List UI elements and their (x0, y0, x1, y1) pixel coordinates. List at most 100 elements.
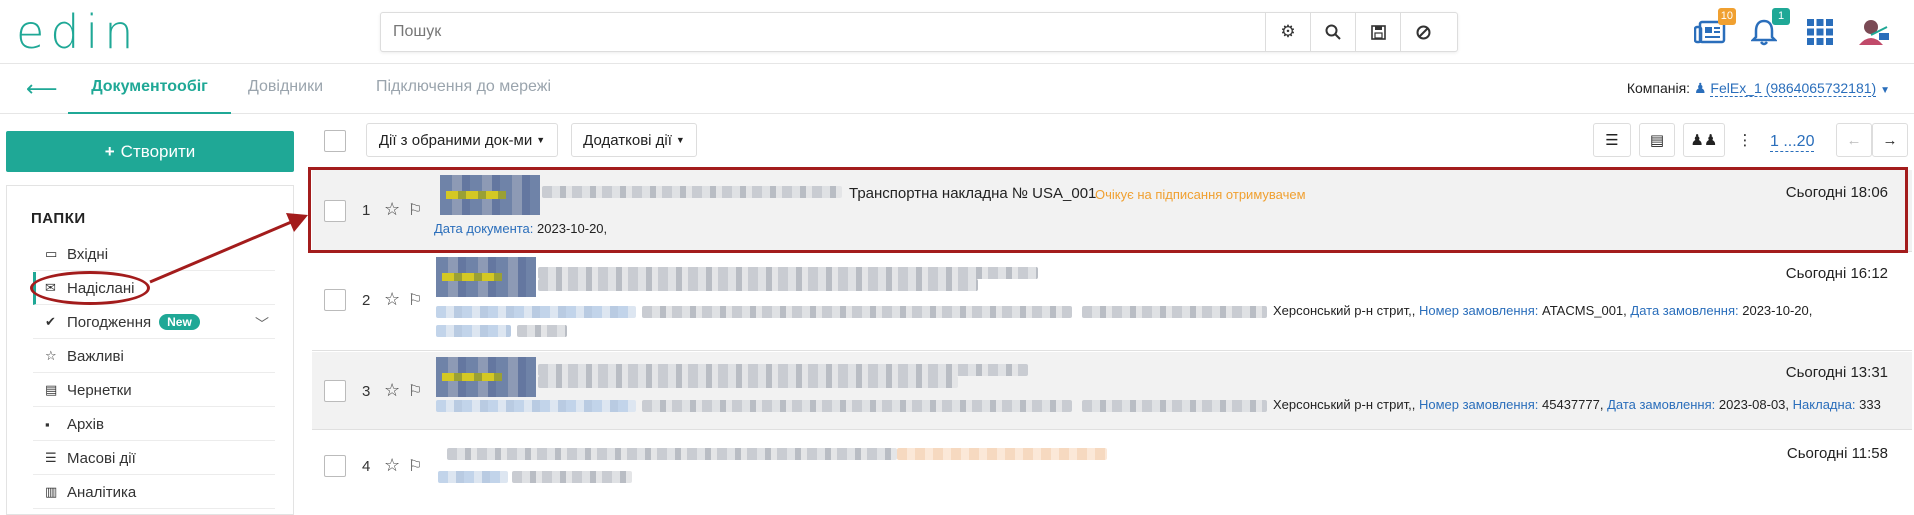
search-input[interactable] (381, 13, 1281, 51)
order-details-line: Херсонський р-н стрит,, Номер замовлення… (1273, 303, 1812, 318)
star-icon[interactable]: ☆ (384, 380, 400, 401)
news-button[interactable]: 10 (1692, 8, 1736, 50)
tab-document-flow[interactable]: Документообіг (68, 78, 231, 114)
blurred-text (642, 400, 1072, 412)
sidebar-item-label: Погодження (67, 313, 152, 331)
edin-logo[interactable]: edin (16, 9, 139, 55)
pagination-range[interactable]: 1 ...20 (1770, 133, 1815, 152)
list-icon: ☰ (1605, 132, 1619, 149)
save-search-button[interactable] (1355, 13, 1400, 51)
bookmark-icon[interactable]: ⚐ (408, 456, 422, 476)
search-button[interactable] (1310, 13, 1355, 51)
list-icon: ☰ (45, 450, 57, 465)
blurred-text (897, 448, 1107, 460)
address-value: Херсонський р-н стрит,, (1273, 397, 1416, 412)
bulk-actions-label: Дії з обраними док-ми (378, 131, 533, 149)
bulk-actions-dropdown[interactable]: Дії з обраними док-ми ▼ (366, 123, 558, 157)
create-button[interactable]: + Створити (6, 131, 294, 172)
order-number-value: ATACMS_001, (1542, 303, 1627, 318)
more-options-button[interactable]: ⋮ (1733, 123, 1757, 157)
company-selector[interactable]: Компанія: ♟ FelEx_1 (9864065732181) ▼ (1627, 80, 1890, 97)
notifications-button[interactable]: 1 (1746, 8, 1790, 50)
blurred-text (538, 267, 1038, 279)
sliders-icon: ⚙ (1280, 22, 1296, 41)
select-all-checkbox[interactable] (324, 130, 346, 152)
sidebar-item-label: Масові дії (67, 449, 136, 467)
blurred-text (436, 325, 511, 337)
folders-panel: ПАПКИ ▭ Вхідні ✉ Надіслані ✔ Погодження … (6, 185, 294, 515)
blurred-text (642, 306, 1072, 318)
tab-network-connection[interactable]: Підключення до мережі (376, 78, 551, 114)
floppy-icon (1370, 24, 1386, 40)
table-row[interactable]: 2 ☆ ⚐ Херсонський р-н стрит,, Номер замо… (312, 253, 1912, 351)
company-value[interactable]: FelEx_1 (9864065732181) (1710, 80, 1877, 97)
inbox-icon: ▭ (45, 246, 58, 261)
bookmark-icon[interactable]: ⚐ (408, 381, 422, 401)
row-timestamp: Сьогодні 11:58 (1786, 445, 1888, 462)
news-badge: 10 (1717, 8, 1736, 25)
archive-icon: ▪ (45, 416, 50, 432)
blurred-text (1082, 306, 1267, 318)
sidebar-item-analytics[interactable]: ▥ Аналітика (33, 476, 275, 509)
check-icon: ✔ (45, 314, 56, 329)
row-checkbox[interactable] (324, 380, 346, 402)
folders-title: ПАПКИ (31, 210, 86, 227)
sidebar-item-inbox[interactable]: ▭ Вхідні (33, 238, 275, 271)
annotation-ellipse (30, 271, 150, 305)
next-page-button[interactable]: → (1872, 123, 1908, 157)
order-details-line: Херсонський р-н стрит,, Номер замовлення… (1273, 397, 1881, 412)
caret-down-icon: ▼ (536, 135, 546, 145)
sidebar-item-label: Архів (67, 415, 104, 433)
prev-page-button[interactable]: ← (1836, 123, 1872, 157)
company-label: Компанія: (1626, 80, 1691, 96)
row-timestamp: Сьогодні 13:31 (1785, 364, 1888, 381)
search-icon (1325, 24, 1341, 40)
row-number: 4 (362, 458, 371, 475)
star-icon[interactable]: ☆ (384, 289, 400, 310)
clear-search-button[interactable] (1400, 13, 1445, 51)
row-timestamp: Сьогодні 16:12 (1785, 265, 1888, 282)
blurred-text (447, 448, 897, 460)
row-number: 3 (362, 383, 371, 400)
tab-directories[interactable]: Довідники (248, 78, 323, 114)
bookmark-icon[interactable]: ⚐ (408, 290, 422, 310)
sidebar-item-archive[interactable]: ▪ Архів (33, 408, 275, 441)
more-actions-label: Додаткові дії (583, 131, 672, 149)
new-badge: New (159, 314, 200, 330)
table-row[interactable]: 4 ☆ ⚐ Сьогодні 11:58 (312, 431, 1912, 505)
group-view-button[interactable]: ♟♟ (1683, 123, 1725, 157)
sidebar-item-label: Аналітика (67, 483, 137, 501)
order-number-value: 45437777, (1542, 397, 1604, 412)
sidebar-item-label: Важливі (67, 347, 124, 365)
sidebar-item-important[interactable]: ☆ Важливі (33, 340, 275, 373)
back-arrow-icon[interactable]: ⟵ (26, 76, 58, 102)
create-button-label: Створити (120, 141, 196, 161)
highlight-box (308, 167, 1908, 253)
table-row[interactable]: 3 ☆ ⚐ Херсонський р-н стрит,, Номер замо… (312, 352, 1912, 430)
company-user-icon: ♟ (1693, 80, 1707, 96)
more-actions-dropdown[interactable]: Додаткові дії ▼ (571, 123, 697, 157)
list-view-button[interactable]: ☰ (1593, 123, 1631, 157)
row-number: 2 (362, 292, 371, 309)
blurred-text (538, 364, 1028, 376)
blurred-text (512, 471, 632, 483)
star-icon[interactable]: ☆ (384, 455, 400, 476)
sidebar-item-bulk-actions[interactable]: ☰ Масові дії (33, 442, 275, 475)
apps-grid-button[interactable] (1802, 14, 1838, 50)
sidebar-item-approval[interactable]: ✔ Погодження New ﹀ (33, 306, 275, 339)
blurred-text (538, 279, 978, 291)
grid-icon (1807, 19, 1833, 45)
row-checkbox[interactable] (324, 289, 346, 311)
order-date-value: 2023-10-20, (1742, 303, 1813, 318)
kebab-icon: ⋮ (1737, 132, 1753, 149)
chevron-down-icon[interactable]: ﹀ (255, 314, 269, 334)
invoice-label: Накладна: (1792, 397, 1856, 412)
row-checkbox[interactable] (324, 455, 346, 477)
sidebar-item-drafts[interactable]: ▤ Чернетки (33, 374, 275, 407)
sidebar-item-label: Чернетки (67, 381, 132, 399)
document-view-button[interactable]: ▤ (1639, 123, 1675, 157)
notifications-badge: 1 (1772, 8, 1790, 25)
user-avatar[interactable] (1856, 14, 1892, 50)
filter-settings-button[interactable]: ⚙ (1265, 13, 1310, 51)
blurred-text (538, 376, 958, 388)
